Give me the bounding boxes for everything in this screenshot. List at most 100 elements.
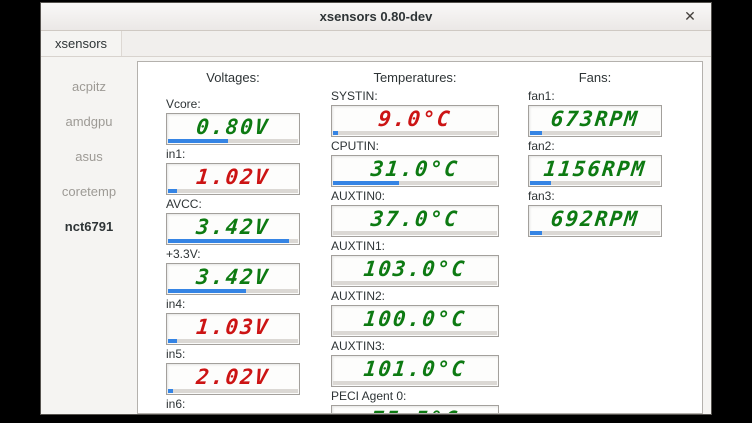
sensor-auxtin1: AUXTIN1: 103.0°C xyxy=(331,239,499,287)
lcd-display: 0.80V xyxy=(166,113,300,145)
sensor-label: +3.3V: xyxy=(166,247,300,261)
lcd-display: 2.02V xyxy=(166,363,300,395)
lcd-value: 3.42V xyxy=(166,214,301,239)
sensor-progressbar xyxy=(530,181,660,185)
lcd-display: 37.0°C xyxy=(331,205,499,237)
sensor-label: AUXTIN2: xyxy=(331,289,499,303)
temperatures-column: Temperatures: SYSTIN: 9.0°C CPUTIN: 31.0… xyxy=(331,70,499,414)
sensor-progressbar xyxy=(333,281,497,285)
sensor-in6: in6: 0.00V xyxy=(166,397,300,414)
sensor-auxtin3: AUXTIN3: 101.0°C xyxy=(331,339,499,387)
lcd-value: 1156RPM xyxy=(528,156,663,181)
lcd-value: 37.0°C xyxy=(331,206,500,231)
lcd-display: 1.03V xyxy=(166,313,300,345)
voltages-header: Voltages: xyxy=(166,70,300,85)
sensor-fan1: fan1: 673RPM xyxy=(528,89,662,137)
sensor-fan2: fan2: 1156RPM xyxy=(528,139,662,187)
sensor-progressbar xyxy=(168,389,298,393)
sensor-label: AVCC: xyxy=(166,197,300,211)
lcd-value: 100.0°C xyxy=(331,306,500,331)
sensor-label: SYSTIN: xyxy=(331,89,499,103)
sensor-progressbar xyxy=(333,331,497,335)
lcd-display: 692RPM xyxy=(528,205,662,237)
sensor-progressbar xyxy=(168,239,298,243)
lcd-display: 9.0°C xyxy=(331,105,499,137)
sidebar-item-acpitz[interactable]: acpitz xyxy=(41,69,137,104)
sidebar-item-amdgpu[interactable]: amdgpu xyxy=(41,104,137,139)
sensor-progressbar xyxy=(333,381,497,385)
app-window: xsensors 0.80-dev ✕ xsensors acpitz amdg… xyxy=(40,2,712,415)
lcd-value: 673RPM xyxy=(528,106,663,131)
sidebar-item-asus[interactable]: asus xyxy=(41,139,137,174)
lcd-value: 0.80V xyxy=(166,114,301,139)
sensors-panel: Voltages: Vcore: 0.80V in1: 1.02V xyxy=(137,61,703,414)
lcd-display: 100.0°C xyxy=(331,305,499,337)
lcd-value: 31.0°C xyxy=(331,156,500,181)
sensor-progressbar xyxy=(530,131,660,135)
tab-bar: xsensors xyxy=(41,31,711,57)
sensor-auxtin2: AUXTIN2: 100.0°C xyxy=(331,289,499,337)
lcd-display: 1156RPM xyxy=(528,155,662,187)
sensor-progressbar xyxy=(333,181,497,185)
lcd-value: 692RPM xyxy=(528,206,663,231)
lcd-value: 3.42V xyxy=(166,264,301,289)
sensor-label: AUXTIN3: xyxy=(331,339,499,353)
sensor-label: fan1: xyxy=(528,89,662,103)
sensor-label: fan3: xyxy=(528,189,662,203)
sensor-label: AUXTIN0: xyxy=(331,189,499,203)
sidebar-item-nct6791[interactable]: nct6791 xyxy=(41,209,137,244)
sensor-cputin: CPUTIN: 31.0°C xyxy=(331,139,499,187)
lcd-value: 75.5°C xyxy=(331,406,500,414)
lcd-display: 3.42V xyxy=(166,263,300,295)
lcd-value: 101.0°C xyxy=(331,356,500,381)
lcd-display: 1.02V xyxy=(166,163,300,195)
sensor-label: PECI Agent 0: xyxy=(331,389,499,403)
temperatures-header: Temperatures: xyxy=(331,70,499,85)
close-icon[interactable]: ✕ xyxy=(679,3,701,30)
sensor-label: in4: xyxy=(166,297,300,311)
lcd-display: 101.0°C xyxy=(331,355,499,387)
lcd-value: 9.0°C xyxy=(331,106,500,131)
fans-header: Fans: xyxy=(528,70,662,85)
lcd-value: 103.0°C xyxy=(331,256,500,281)
sensor-label: in5: xyxy=(166,347,300,361)
sensor-label: Vcore: xyxy=(166,97,300,111)
sensor-progressbar xyxy=(168,289,298,293)
sensor-label: CPUTIN: xyxy=(331,139,499,153)
voltages-column: Voltages: Vcore: 0.80V in1: 1.02V xyxy=(166,70,300,414)
lcd-value: 2.02V xyxy=(166,364,301,389)
lcd-display: 3.42V xyxy=(166,213,300,245)
sensor-avcc: AVCC: 3.42V xyxy=(166,197,300,245)
sensor-label: fan2: xyxy=(528,139,662,153)
content-area: acpitz amdgpu asus coretemp nct6791 Volt… xyxy=(41,57,711,414)
fans-column: Fans: fan1: 673RPM fan2: 1156RPM xyxy=(528,70,662,239)
sensor-label: AUXTIN1: xyxy=(331,239,499,253)
sensor-progressbar xyxy=(168,139,298,143)
sensor-progressbar xyxy=(333,131,497,135)
sensor-in4: in4: 1.03V xyxy=(166,297,300,345)
lcd-value: 1.03V xyxy=(166,314,301,339)
window-title: xsensors 0.80-dev xyxy=(41,9,711,24)
sensor-peci-agent-0: PECI Agent 0: 75.5°C xyxy=(331,389,499,414)
lcd-display: 103.0°C xyxy=(331,255,499,287)
sensor-fan3: fan3: 692RPM xyxy=(528,189,662,237)
sensor-vcore: Vcore: 0.80V xyxy=(166,97,300,145)
titlebar[interactable]: xsensors 0.80-dev ✕ xyxy=(41,3,711,31)
sensor-progressbar xyxy=(168,339,298,343)
tab-xsensors[interactable]: xsensors xyxy=(41,31,122,56)
sensor-progressbar xyxy=(333,231,497,235)
lcd-display: 0.00V xyxy=(166,413,300,414)
sensor-systin: SYSTIN: 9.0°C xyxy=(331,89,499,137)
sensor-in5: in5: 2.02V xyxy=(166,347,300,395)
sensor-label: in1: xyxy=(166,147,300,161)
lcd-value: 1.02V xyxy=(166,164,301,189)
sensor-auxtin0: AUXTIN0: 37.0°C xyxy=(331,189,499,237)
sensor-label: in6: xyxy=(166,397,300,411)
sidebar-item-coretemp[interactable]: coretemp xyxy=(41,174,137,209)
sensor-3v3: +3.3V: 3.42V xyxy=(166,247,300,295)
lcd-display: 673RPM xyxy=(528,105,662,137)
lcd-display: 75.5°C xyxy=(331,405,499,414)
chip-sidebar: acpitz amdgpu asus coretemp nct6791 xyxy=(41,57,137,414)
lcd-display: 31.0°C xyxy=(331,155,499,187)
sensor-progressbar xyxy=(168,189,298,193)
